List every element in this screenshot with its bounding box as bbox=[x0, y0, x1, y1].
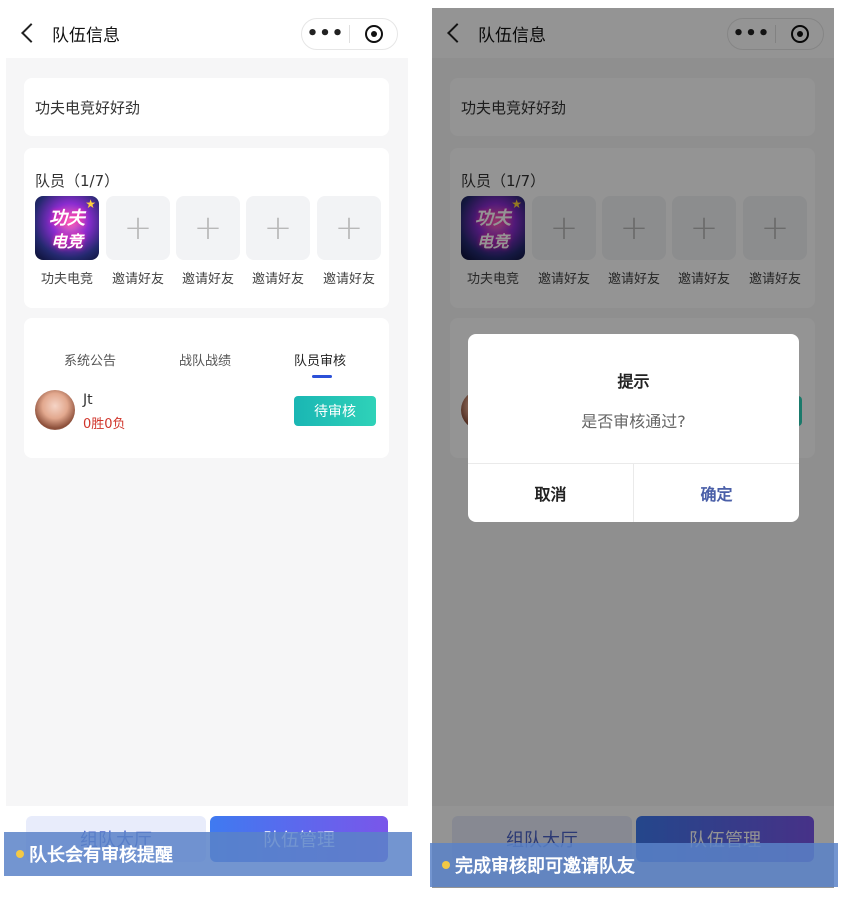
team-name-card: 功夫电竞好好劲 bbox=[24, 78, 389, 136]
bullet-dot-icon bbox=[442, 861, 450, 869]
tab-system-notice[interactable]: 系统公告 bbox=[64, 350, 116, 369]
mini-program-capsule: ••• bbox=[301, 18, 398, 50]
tab-member-review[interactable]: 队员审核 bbox=[294, 350, 346, 369]
invite-slot[interactable]: + 邀请好友 bbox=[106, 196, 170, 287]
invite-label: 邀请好友 bbox=[111, 272, 164, 287]
tab-team-record[interactable]: 战队战绩 bbox=[179, 350, 231, 369]
close-mini-program-icon[interactable] bbox=[350, 25, 397, 43]
active-tab-indicator bbox=[312, 375, 332, 378]
members-card: 队员（1/7） 功夫 电竞 ★ 功夫电竞 + 邀请好友 + 邀请好友 + 邀请好… bbox=[24, 148, 389, 308]
confirm-dialog: 提示 是否审核通过? 取消 确定 bbox=[468, 334, 799, 522]
caption-banner-right: 完成审核即可邀请队友 bbox=[430, 843, 838, 887]
member-name: 功夫电竞 bbox=[40, 272, 93, 287]
bullet-dot-icon bbox=[16, 850, 24, 858]
back-arrow-icon[interactable] bbox=[21, 23, 41, 43]
avatar bbox=[35, 390, 75, 430]
invite-label: 邀请好友 bbox=[181, 272, 234, 287]
phone-screen-left: 队伍信息 ••• 功夫电竞好好劲 队员（1/7） 功夫 电竞 ★ 功夫电竞 + … bbox=[6, 8, 408, 888]
invite-slot[interactable]: + 邀请好友 bbox=[317, 196, 381, 287]
page-title: 队伍信息 bbox=[52, 25, 120, 46]
invite-label: 邀请好友 bbox=[322, 272, 375, 287]
pending-review-button[interactable]: 待审核 bbox=[294, 396, 376, 426]
team-name: 功夫电竞好好劲 bbox=[35, 98, 141, 117]
team-logo-avatar: 功夫 电竞 ★ bbox=[35, 196, 99, 260]
dialog-cancel-button[interactable]: 取消 bbox=[468, 464, 634, 522]
applicant-name: Jt bbox=[83, 392, 93, 408]
caption-text: 完成审核即可邀请队友 bbox=[455, 856, 635, 877]
dialog-message: 是否审核通过? bbox=[581, 412, 686, 431]
applicant-record: 0胜0负 bbox=[83, 417, 126, 432]
add-member-icon[interactable]: + bbox=[246, 196, 310, 260]
tabs-card: 系统公告 战队战绩 队员审核 Jt 0胜0负 待审核 bbox=[24, 318, 389, 458]
add-member-icon[interactable]: + bbox=[317, 196, 381, 260]
more-options-icon[interactable]: ••• bbox=[302, 19, 349, 49]
invite-label: 邀请好友 bbox=[251, 272, 304, 287]
dialog-footer: 取消 确定 bbox=[468, 463, 799, 522]
nav-bar: 队伍信息 ••• bbox=[6, 8, 408, 58]
invite-slot[interactable]: + 邀请好友 bbox=[176, 196, 240, 287]
members-title: 队员（1/7） bbox=[35, 172, 120, 190]
add-member-icon[interactable]: + bbox=[176, 196, 240, 260]
invite-slot[interactable]: + 邀请好友 bbox=[246, 196, 310, 287]
member-slot-leader[interactable]: 功夫 电竞 ★ 功夫电竞 bbox=[35, 196, 99, 287]
add-member-icon[interactable]: + bbox=[106, 196, 170, 260]
caption-text: 队长会有审核提醒 bbox=[29, 845, 173, 866]
caption-banner-left: 队长会有审核提醒 bbox=[4, 832, 412, 876]
phone-screen-right: 队伍信息 ••• 功夫电竞好好劲 队员（1/7） 功夫 电竞 ★ 功夫电竞 + … bbox=[432, 8, 834, 888]
dialog-title: 提示 bbox=[617, 372, 650, 391]
captain-star-icon: ★ bbox=[85, 197, 96, 211]
dialog-confirm-button[interactable]: 确定 bbox=[634, 464, 799, 522]
